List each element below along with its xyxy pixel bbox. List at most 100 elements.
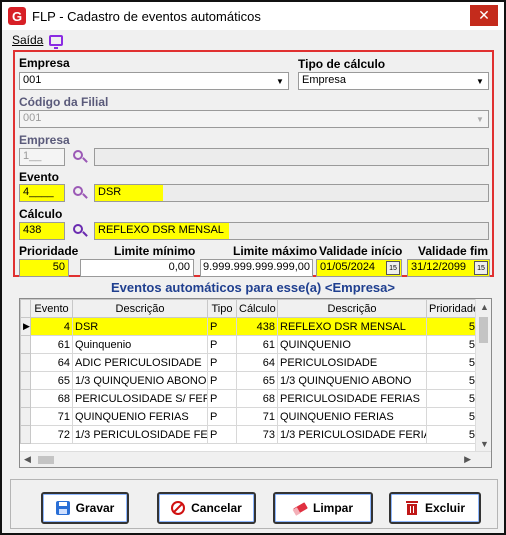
excluir-label: Excluir xyxy=(424,501,466,515)
cell-prioridade[interactable]: 5 xyxy=(426,425,478,444)
chevron-down-icon[interactable]: ▼ xyxy=(472,73,488,89)
cell-tipo[interactable]: P xyxy=(207,425,237,444)
table-row[interactable]: 71 QUINQUENIO FERIAS P 71 QUINQUENIO FER… xyxy=(20,407,478,426)
cell-tipo[interactable]: P xyxy=(207,371,237,390)
empresa-label: Empresa xyxy=(19,56,70,70)
cell-calc-descricao[interactable]: REFLEXO DSR MENSAL xyxy=(277,317,427,336)
cell-calculo[interactable]: 68 xyxy=(236,389,278,408)
evento-code-field[interactable]: 4____ xyxy=(19,184,65,202)
validade-inicio-field[interactable]: 01/05/2024 15 xyxy=(316,259,402,277)
cancel-icon xyxy=(171,501,186,515)
table-row[interactable]: 72 1/3 PERICULOSIDADE FEF P 73 1/3 PERIC… xyxy=(20,425,478,444)
horizontal-scroll-thumb[interactable] xyxy=(38,456,54,464)
cell-prioridade[interactable]: 5 xyxy=(426,317,478,336)
horizontal-scrollbar[interactable]: ◀ ▶ xyxy=(20,451,491,467)
cell-calc-descricao[interactable]: QUINQUENIO FERIAS xyxy=(277,407,427,426)
cell-evento[interactable]: 4 xyxy=(30,317,73,336)
calculo-code-field[interactable]: 438 xyxy=(19,222,65,240)
evento-desc-field: DSR xyxy=(94,184,489,202)
cell-calculo[interactable]: 61 xyxy=(236,335,278,354)
cell-tipo[interactable]: P xyxy=(207,335,237,354)
col-header-evento[interactable]: Evento xyxy=(30,299,73,318)
cell-evento[interactable]: 72 xyxy=(30,425,73,444)
cell-calculo[interactable]: 65 xyxy=(236,371,278,390)
row-indicator xyxy=(20,371,31,390)
monitor-icon[interactable] xyxy=(49,34,64,49)
gravar-button[interactable]: Gravar xyxy=(41,492,129,524)
col-header-descricao[interactable]: Descrição xyxy=(72,299,208,318)
cell-calculo[interactable]: 64 xyxy=(236,353,278,372)
chevron-down-icon[interactable]: ▼ xyxy=(272,73,288,89)
tipo-calculo-value: Empresa xyxy=(302,74,347,86)
search-icon[interactable] xyxy=(73,150,88,164)
table-row[interactable]: ▶ 4 DSR P 438 REFLEXO DSR MENSAL 5 xyxy=(20,317,478,336)
col-header-calculo[interactable]: Cálculo xyxy=(236,299,278,318)
eraser-icon xyxy=(292,501,308,516)
cell-descricao[interactable]: DSR xyxy=(72,317,208,336)
cell-descricao[interactable]: PERICULOSIDADE S/ FER xyxy=(72,389,208,408)
cell-prioridade[interactable]: 5 xyxy=(426,389,478,408)
cell-calculo[interactable]: 71 xyxy=(236,407,278,426)
row-indicator xyxy=(20,335,31,354)
cell-prioridade[interactable]: 5 xyxy=(426,353,478,372)
cell-calc-descricao[interactable]: QUINQUENIO xyxy=(277,335,427,354)
cell-descricao[interactable]: Quinquenio xyxy=(72,335,208,354)
cell-evento[interactable]: 61 xyxy=(30,335,73,354)
table-row[interactable]: 65 1/3 QUINQUENIO ABONO P 65 1/3 QUINQUE… xyxy=(20,371,478,390)
chevron-up-icon[interactable]: ▲ xyxy=(480,302,489,312)
cell-evento[interactable]: 64 xyxy=(30,353,73,372)
window-title: FLP - Cadastro de eventos automáticos xyxy=(32,8,261,24)
limite-maximo-field[interactable]: 9.999.999.999.999,00 xyxy=(200,259,313,277)
limpar-button[interactable]: Limpar xyxy=(273,492,373,524)
cell-prioridade[interactable]: 5 xyxy=(426,371,478,390)
excluir-button[interactable]: Excluir xyxy=(389,492,481,524)
tipo-calculo-label: Tipo de cálculo xyxy=(298,57,386,71)
calculo-desc-value: REFLEXO DSR MENSAL xyxy=(95,223,229,239)
cell-tipo[interactable]: P xyxy=(207,317,237,336)
limite-minimo-field[interactable]: 0,00 xyxy=(80,259,194,277)
table-row[interactable]: 68 PERICULOSIDADE S/ FER P 68 PERICULOSI… xyxy=(20,389,478,408)
cell-tipo[interactable]: P xyxy=(207,389,237,408)
cell-prioridade[interactable]: 5 xyxy=(426,335,478,354)
table-row[interactable]: 64 ADIC PERICULOSIDADE P 64 PERICULOSIDA… xyxy=(20,353,478,372)
table-header-row: Evento Descrição Tipo Cálculo Descrição … xyxy=(20,299,478,318)
cell-descricao[interactable]: ADIC PERICULOSIDADE xyxy=(72,353,208,372)
cell-descricao[interactable]: QUINQUENIO FERIAS xyxy=(72,407,208,426)
search-icon[interactable] xyxy=(73,186,88,200)
cell-calculo[interactable]: 438 xyxy=(236,317,278,336)
col-header-calc-descricao[interactable]: Descrição xyxy=(277,299,427,318)
cell-evento[interactable]: 71 xyxy=(30,407,73,426)
eventos-grid[interactable]: Evento Descrição Tipo Cálculo Descrição … xyxy=(19,298,492,468)
cell-calc-descricao[interactable]: 1/3 PERICULOSIDADE FERIA xyxy=(277,425,427,444)
table-row[interactable]: 61 Quinquenio P 61 QUINQUENIO 5 xyxy=(20,335,478,354)
cell-tipo[interactable]: P xyxy=(207,407,237,426)
cell-calc-descricao[interactable]: 1/3 QUINQUENIO ABONO xyxy=(277,371,427,390)
cell-evento[interactable]: 68 xyxy=(30,389,73,408)
validade-inicio-label: Validade início xyxy=(319,244,403,258)
calendar-icon[interactable]: 15 xyxy=(386,261,400,275)
tipo-calculo-combo[interactable]: Empresa ▼ xyxy=(298,72,489,90)
chevron-right-icon[interactable]: ▶ xyxy=(464,454,471,465)
cell-descricao[interactable]: 1/3 QUINQUENIO ABONO xyxy=(72,371,208,390)
chevron-left-icon[interactable]: ◀ xyxy=(24,454,31,465)
prioridade-field[interactable]: 50 xyxy=(19,259,69,277)
cell-tipo[interactable]: P xyxy=(207,353,237,372)
calendar-icon[interactable]: 15 xyxy=(474,261,488,275)
empresa-combo[interactable]: 001 ▼ xyxy=(19,72,289,90)
vertical-scroll-thumb[interactable] xyxy=(479,317,488,343)
cell-descricao[interactable]: 1/3 PERICULOSIDADE FEF xyxy=(72,425,208,444)
cell-prioridade[interactable]: 5 xyxy=(426,407,478,426)
vertical-scrollbar[interactable]: ▲ ▼ xyxy=(475,299,491,452)
close-button[interactable]: ✕ xyxy=(470,5,498,26)
col-header-prioridade[interactable]: Prioridade xyxy=(426,299,478,318)
cancelar-button[interactable]: Cancelar xyxy=(157,492,256,524)
menu-item-saida[interactable]: Saída xyxy=(12,33,43,47)
cell-evento[interactable]: 65 xyxy=(30,371,73,390)
cell-calc-descricao[interactable]: PERICULOSIDADE FERIAS xyxy=(277,389,427,408)
cell-calc-descricao[interactable]: PERICULOSIDADE xyxy=(277,353,427,372)
validade-fim-field[interactable]: 31/12/2099 15 xyxy=(407,259,490,277)
chevron-down-icon[interactable]: ▼ xyxy=(480,439,489,449)
search-icon[interactable] xyxy=(73,224,88,238)
col-header-tipo[interactable]: Tipo xyxy=(207,299,237,318)
cell-calculo[interactable]: 73 xyxy=(236,425,278,444)
